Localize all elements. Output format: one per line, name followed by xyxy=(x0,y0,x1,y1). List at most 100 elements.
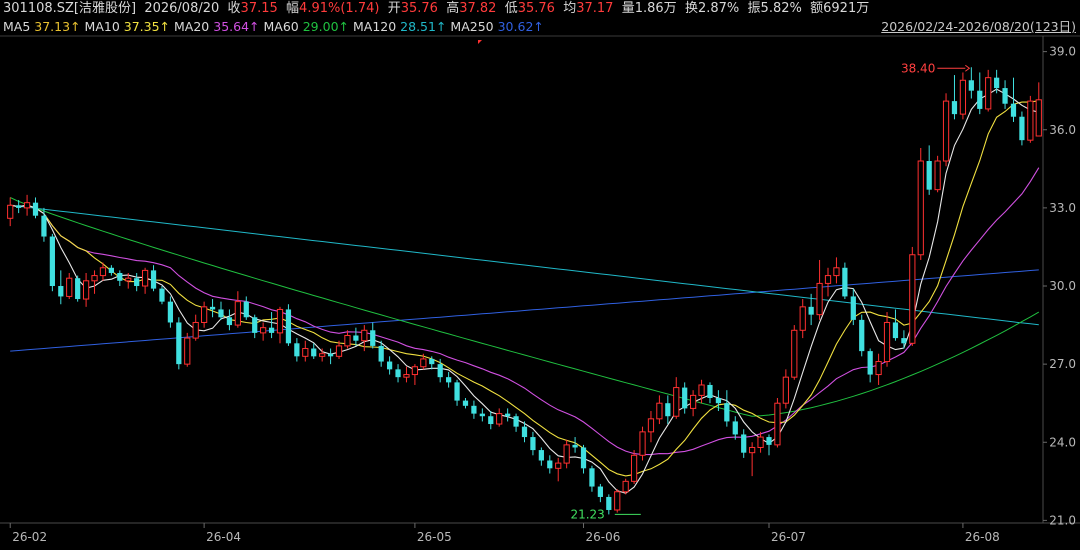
candle-body-down xyxy=(488,416,494,425)
candle-body-up xyxy=(917,160,924,256)
candle-body-down xyxy=(926,161,932,190)
candle-body-up xyxy=(344,334,351,347)
candle-body-down xyxy=(589,468,595,487)
candle-body-up xyxy=(260,327,267,334)
event-marker-icon xyxy=(478,40,482,44)
candle-body-up xyxy=(335,345,343,357)
candle-body-down xyxy=(243,301,249,318)
candle-body-down xyxy=(462,400,469,406)
candle-body-up xyxy=(690,394,697,409)
price-tick-label: 27.0 xyxy=(1049,357,1076,371)
candlestick-chart[interactable]: 39.0 36.0 33.0 30.0 27.0 24.0 21.0 26-02 26-04 26… xyxy=(0,0,1080,550)
candle-body-up xyxy=(934,160,941,191)
candle-body-down xyxy=(454,382,460,401)
candle-body-up xyxy=(791,329,798,378)
candle-body-down xyxy=(994,77,1000,89)
candle-body-down xyxy=(327,353,334,357)
candle-body-down xyxy=(665,403,671,417)
candle-body-down xyxy=(159,288,165,302)
candle-body-down xyxy=(1019,116,1025,141)
candle-body-down xyxy=(437,364,443,378)
candle-body-down xyxy=(572,444,578,448)
candle-body-up xyxy=(1027,100,1034,141)
candle-body-down xyxy=(859,319,865,352)
candle-body-down xyxy=(252,317,258,333)
price-tick-label: 39.0 xyxy=(1049,45,1076,59)
candle-body-up xyxy=(411,366,419,376)
candle-body-up xyxy=(639,431,646,456)
price-tick-label: 24.0 xyxy=(1049,435,1076,449)
candle-body-down xyxy=(108,267,114,273)
candle-body-down xyxy=(951,101,958,115)
candle-body-down xyxy=(226,317,233,326)
candle-body-down xyxy=(867,351,873,375)
candle-body-down xyxy=(521,426,528,438)
price-tick-label: 36.0 xyxy=(1049,123,1076,137)
candle-body-down xyxy=(479,413,485,417)
candle-body-up xyxy=(276,308,284,334)
candle-body-up xyxy=(673,387,680,417)
candle-body-down xyxy=(378,345,384,362)
candle-body-up xyxy=(7,204,14,219)
candle-body-up xyxy=(496,413,503,425)
candle-body-up xyxy=(361,329,368,342)
candle-body-up xyxy=(774,402,781,446)
candle-body-up xyxy=(141,269,149,287)
candle-body-down xyxy=(606,496,612,510)
ma20-line xyxy=(10,167,1040,456)
candle-body-down xyxy=(41,215,47,237)
candle-body-up xyxy=(824,275,832,284)
candle-body-down xyxy=(395,369,401,378)
max-price-label: 38.40 xyxy=(901,61,935,75)
min-price-label: 21.23 xyxy=(570,507,604,521)
price-tick-label: 30.0 xyxy=(1049,279,1076,293)
candle-body-down xyxy=(850,296,856,320)
time-tick-label: 26-07 xyxy=(771,530,806,544)
candle-body-down xyxy=(968,80,974,91)
candle-body-down xyxy=(892,322,899,339)
candle-body-up xyxy=(749,446,756,454)
candle-body-down xyxy=(808,306,814,315)
max-pointer-arrow xyxy=(965,64,971,72)
candle-body-down xyxy=(547,460,553,469)
candle-body-down xyxy=(580,447,587,469)
candle-body-down xyxy=(446,377,452,383)
candle-body-down xyxy=(842,267,848,297)
candle-body-down xyxy=(597,486,603,497)
candle-body-down xyxy=(513,416,519,427)
candle-body-down xyxy=(268,327,275,333)
candle-body-down xyxy=(285,309,292,344)
candle-body-up xyxy=(82,280,90,300)
candle-body-down xyxy=(353,335,359,341)
candle-body-down xyxy=(49,236,55,287)
price-tick-label: 33.0 xyxy=(1049,201,1076,215)
candle-body-down xyxy=(682,387,688,409)
candle-body-up xyxy=(614,491,621,511)
candle-body-down xyxy=(176,322,182,365)
candle-body-down xyxy=(150,270,157,289)
candle-body-down xyxy=(741,434,747,453)
time-tick-label: 26-05 xyxy=(417,530,452,544)
candle-body-up xyxy=(1035,99,1042,137)
time-tick-label: 26-06 xyxy=(586,530,621,544)
candle-body-up xyxy=(23,202,31,209)
candle-body-up xyxy=(909,254,916,344)
candle-body-down xyxy=(977,90,983,109)
candle-body-down xyxy=(732,421,738,435)
candle-body-down xyxy=(1010,103,1017,117)
candle-body-down xyxy=(58,286,64,297)
candle-body-down xyxy=(724,403,730,422)
candle-body-up xyxy=(647,418,655,433)
candle-body-up xyxy=(563,444,570,464)
candle-body-up xyxy=(99,267,107,277)
time-tick-label: 26-04 xyxy=(206,530,241,544)
candle-body-down xyxy=(117,272,123,281)
candle-body-up xyxy=(942,100,950,162)
candle-body-up xyxy=(622,480,629,493)
time-tick-label: 26-02 xyxy=(12,530,47,544)
candle-body-up xyxy=(757,436,764,448)
candle-body-down xyxy=(294,343,300,357)
candle-body-up xyxy=(833,267,840,277)
candle-body-up xyxy=(184,337,191,365)
candle-body-down xyxy=(766,437,772,445)
